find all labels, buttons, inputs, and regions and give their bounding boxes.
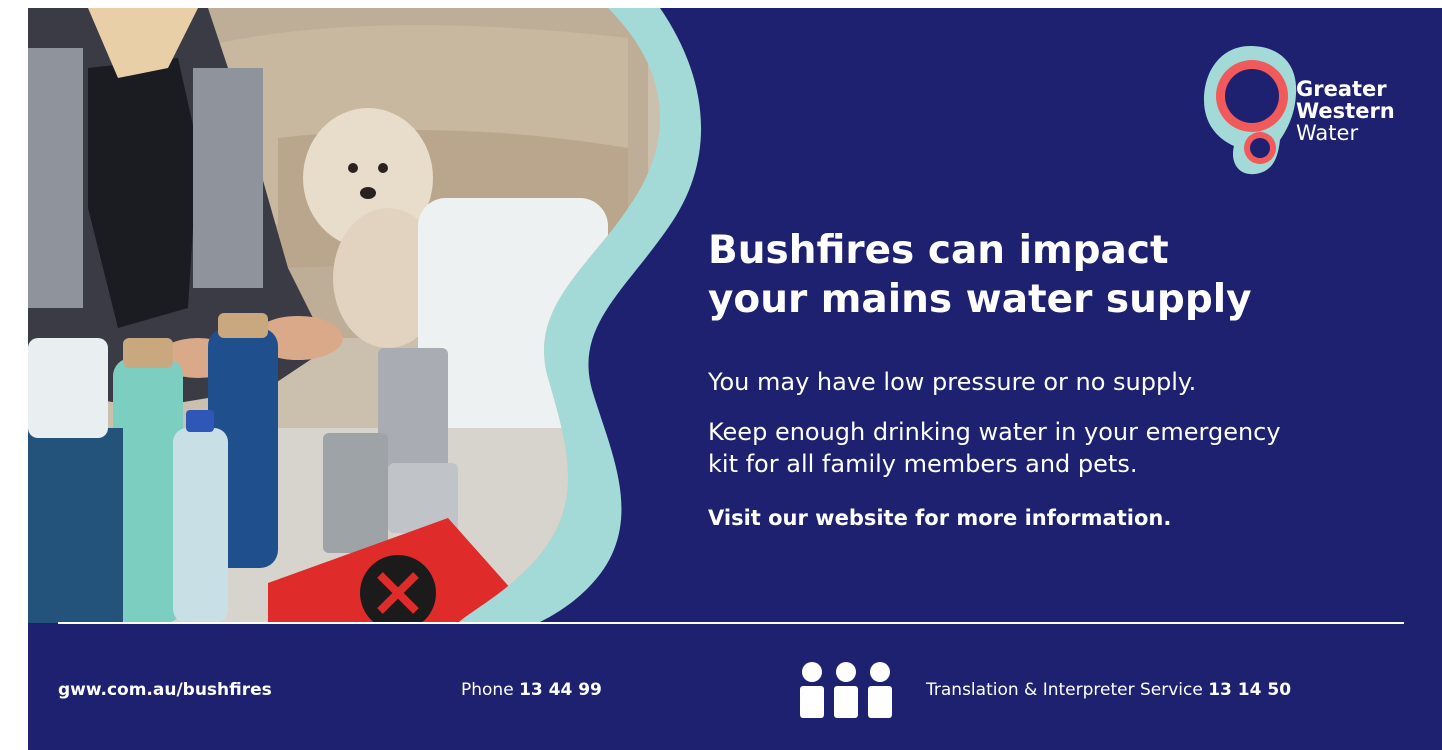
emergency-kit-line-2: kit for all family members and pets. bbox=[708, 450, 1138, 478]
website-link[interactable]: gww.com.au/bushfires bbox=[58, 678, 272, 702]
phone-contact: Phone 13 44 99 bbox=[461, 678, 602, 702]
tis-number: 13 14 50 bbox=[1208, 680, 1292, 700]
emergency-kit-text: Keep enough drinking water in your emerg… bbox=[708, 416, 1408, 480]
phone-number: 13 44 99 bbox=[519, 680, 602, 700]
supply-warning-text: You may have low pressure or no supply. bbox=[708, 368, 1197, 396]
logo-word-greater: Greater bbox=[1296, 77, 1387, 101]
website-cta: Visit our website for more information. bbox=[708, 506, 1172, 530]
hero-photo bbox=[28, 8, 728, 623]
tis-label: Translation & Interpreter Service bbox=[926, 680, 1203, 700]
logo-wordmark: Greater Western Water bbox=[1296, 78, 1395, 144]
headline-line-2: your mains water supply bbox=[708, 277, 1252, 322]
headline: Bushfires can impact your mains water su… bbox=[708, 226, 1408, 324]
interpreter-service-contact: Translation & Interpreter Service 13 14 … bbox=[926, 678, 1291, 702]
logo-word-water: Water bbox=[1296, 121, 1359, 145]
interpreter-people-icon bbox=[800, 662, 892, 718]
water-drop-logo-icon bbox=[1204, 46, 1297, 175]
footer-divider bbox=[58, 622, 1404, 624]
logo-word-western: Western bbox=[1296, 99, 1395, 123]
phone-label: Phone bbox=[461, 680, 514, 700]
bushfire-ad-banner: Greater Western Water Bushfires can impa… bbox=[28, 8, 1442, 750]
greater-western-water-logo: Greater Western Water bbox=[1200, 44, 1410, 184]
headline-line-1: Bushfires can impact bbox=[708, 228, 1169, 273]
emergency-kit-line-1: Keep enough drinking water in your emerg… bbox=[708, 418, 1281, 446]
